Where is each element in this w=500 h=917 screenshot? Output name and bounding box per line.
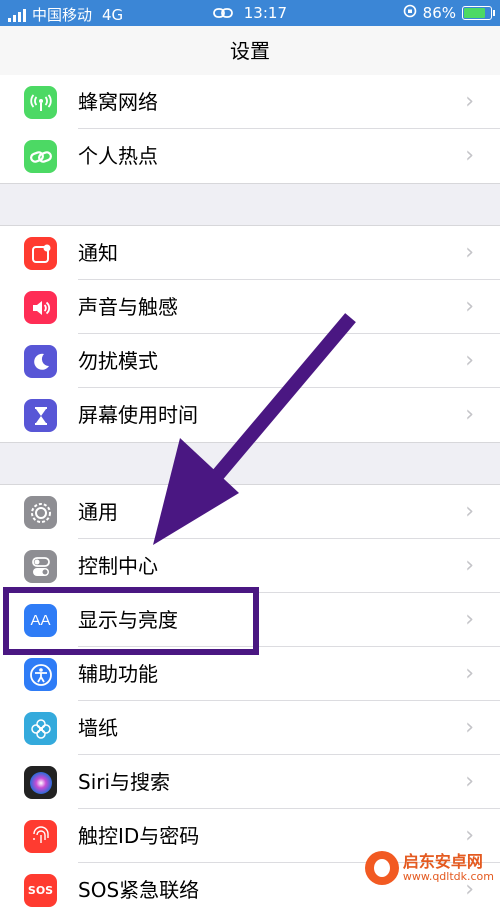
watermark-url: www.qdltdk.com	[402, 869, 494, 883]
watermark-logo-icon	[364, 851, 399, 885]
watermark-name: 启东安卓网	[402, 852, 483, 872]
watermark: 启东安卓网 www.qdltdk.com	[364, 851, 494, 885]
pointer-arrow	[153, 313, 356, 545]
